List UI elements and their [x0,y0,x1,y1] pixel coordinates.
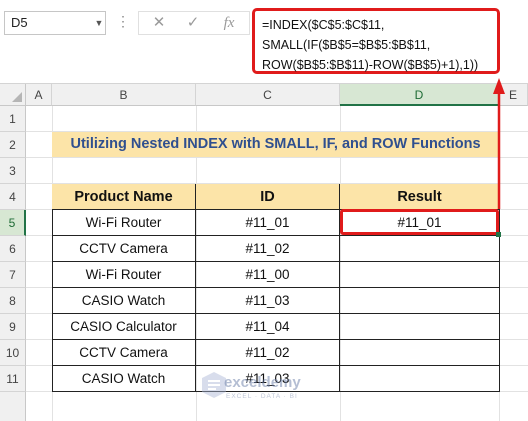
cancel-icon[interactable]: ✕ [150,14,168,32]
table-cell-result[interactable] [340,262,500,288]
fill-handle[interactable] [496,232,501,237]
watermark-name: exceldemy [224,374,301,391]
row-header-5[interactable]: 5 [0,210,26,236]
row-header-3[interactable]: 3 [0,158,26,184]
row-header-2[interactable]: 2 [0,132,26,158]
column-header-b[interactable]: B [52,84,196,106]
table-cell-result[interactable] [340,340,500,366]
table-cell-product[interactable]: Wi-Fi Router [52,262,196,288]
table-header-id[interactable]: ID [196,184,340,210]
table-header-product-name[interactable]: Product Name [52,184,196,210]
table-cell-product[interactable]: CASIO Watch [52,288,196,314]
table-cell-result[interactable] [340,236,500,262]
formula-input[interactable]: =INDEX($C$5:$C$11, SMALL(IF($B$5=$B$5:$B… [252,8,500,74]
table-cell-result[interactable] [340,366,500,392]
row-header-6[interactable]: 6 [0,236,26,262]
table-cell-id[interactable]: #11_02 [196,236,340,262]
watermark-tagline: EXCEL · DATA · BI [226,393,298,400]
column-header-c[interactable]: C [196,84,340,106]
column-header-e[interactable]: E [499,84,528,106]
column-header-a[interactable]: A [26,84,52,106]
row-header-4[interactable]: 4 [0,184,26,210]
table-cell-product[interactable]: Wi-Fi Router [52,210,196,236]
sheet-title[interactable]: Utilizing Nested INDEX with SMALL, IF, a… [52,132,499,157]
row-header-1[interactable]: 1 [0,106,26,132]
row-header-12 [0,392,26,421]
table-cell-product[interactable]: CASIO Calculator [52,314,196,340]
table-header-result[interactable]: Result [340,184,500,210]
name-box-dropdown-icon[interactable]: ▼ [92,11,106,35]
table-cell-product[interactable]: CASIO Watch [52,366,196,392]
formula-line: =INDEX($C$5:$C$11, [262,18,385,32]
grid-line [26,157,528,158]
table-cell-id[interactable]: #11_00 [196,262,340,288]
table-cell-id[interactable]: #11_04 [196,314,340,340]
table-cell-product[interactable]: CCTV Camera [52,340,196,366]
table-cell-id[interactable]: #11_02 [196,340,340,366]
active-cell-highlight [340,209,499,235]
column-header-d[interactable]: D [340,84,499,106]
table-cell-id[interactable]: #11_01 [196,210,340,236]
select-all-icon [12,92,22,102]
row-header-9[interactable]: 9 [0,314,26,340]
table-cell-id[interactable]: #11_03 [196,288,340,314]
formula-line: SMALL(IF($B$5=$B$5:$B$11, [262,38,431,52]
row-header-8[interactable]: 8 [0,288,26,314]
table-cell-result[interactable] [340,288,500,314]
formula-bar-grip-icon[interactable]: ⋮ [116,11,130,35]
formula-line: ROW($B$5:$B$11)-ROW($B$5)+1),1)) [262,58,479,72]
checkmark-icon[interactable]: ✓ [184,14,202,32]
table-cell-result[interactable] [340,314,500,340]
row-header-10[interactable]: 10 [0,340,26,366]
row-header-7[interactable]: 7 [0,262,26,288]
table-cell-product[interactable]: CCTV Camera [52,236,196,262]
row-header-11[interactable]: 11 [0,366,26,392]
name-box[interactable]: D5 [4,11,106,35]
insert-function-icon[interactable]: fx [218,14,240,32]
